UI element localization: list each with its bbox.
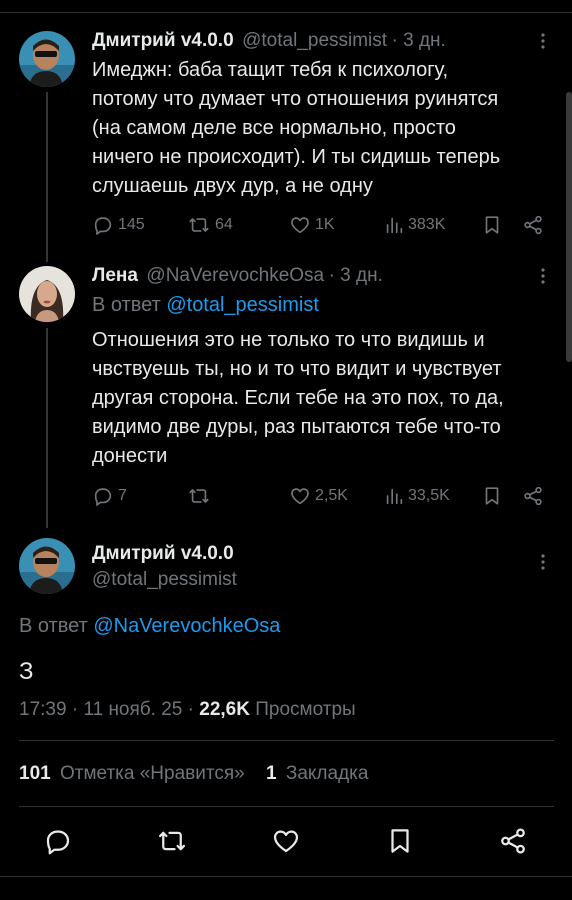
author-name[interactable]: Дмитрий v4.0.0 xyxy=(92,543,234,565)
share-icon xyxy=(524,486,542,506)
tweet-text-line: (на самом деле все нормально, просто xyxy=(92,117,456,139)
avatar-dmitry[interactable] xyxy=(19,538,75,594)
share-icon xyxy=(524,215,542,235)
reply-button[interactable] xyxy=(43,826,73,861)
reply-to-link[interactable]: @NaVerevochkeOsa xyxy=(93,615,280,637)
thread-line-2 xyxy=(46,328,48,528)
more-icon[interactable] xyxy=(533,266,553,290)
bookmark-icon xyxy=(391,829,409,853)
bottom-divider xyxy=(0,876,572,877)
views-button[interactable]: 383K xyxy=(384,214,445,236)
tweet-text: Отношения это не только то что видишь и … xyxy=(92,326,552,471)
tweet-text-line: потому что думает что отношения руинятся xyxy=(92,88,499,110)
reply-icon xyxy=(46,830,70,855)
views-icon xyxy=(386,488,403,505)
share-button[interactable] xyxy=(522,485,548,507)
separator: · xyxy=(187,699,194,720)
repost-icon xyxy=(189,489,209,503)
tweet-text-line: видимо две дуры, раз пытаются тебе что-т… xyxy=(92,416,501,438)
tweet-time[interactable]: · 3 дн. xyxy=(392,30,446,51)
author-name[interactable]: Лена xyxy=(92,265,138,286)
tweet-text-line: чвствуешь ты, но и то что видит и чувств… xyxy=(92,358,502,380)
views-button[interactable]: 33,5K xyxy=(384,485,450,507)
tweet-text-line: Имеджн: баба тащит тебя к психологу, xyxy=(92,59,449,81)
avatar-dmitry[interactable] xyxy=(19,31,75,87)
reply-to-link[interactable]: @total_pessimist xyxy=(166,294,319,316)
views-icon xyxy=(386,217,403,234)
reply-prefix: В ответ xyxy=(92,294,161,316)
share-button[interactable] xyxy=(498,826,528,861)
views-count: 22,6K xyxy=(199,699,250,720)
repost-button[interactable] xyxy=(187,485,215,507)
author-handle[interactable]: @total_pessimist xyxy=(242,30,387,51)
share-button[interactable] xyxy=(522,214,548,236)
thread-line-1 xyxy=(46,92,48,262)
views-count: 33,5K xyxy=(408,487,450,504)
reply-count: 7 xyxy=(118,487,127,504)
tweet-time[interactable]: 17:39 xyxy=(19,699,67,720)
tweet-text-line: Отношения это не только то что видишь и xyxy=(92,329,485,351)
tweet-text: Имеджн: баба тащит тебя к психологу, пот… xyxy=(92,56,552,201)
share-icon xyxy=(501,828,525,854)
tweet-text-line: донести xyxy=(92,445,168,467)
repost-button[interactable] xyxy=(156,826,188,861)
reply-count: 145 xyxy=(118,216,145,233)
main-tweet-text: З xyxy=(19,658,34,685)
author-name[interactable]: Дмитрий v4.0.0 xyxy=(92,30,234,51)
tweet-text-line: слушаешь двух дур, а не одну xyxy=(92,175,373,197)
views-label: Просмотры xyxy=(255,699,356,720)
likes-label[interactable]: Отметка «Нравится» xyxy=(60,763,245,784)
like-button[interactable]: 1K xyxy=(289,214,335,236)
author-handle[interactable]: @NaVerevochkeOsa xyxy=(146,265,324,286)
more-icon[interactable] xyxy=(533,31,553,55)
tweet-date[interactable]: 11 нояб. 25 xyxy=(83,699,182,720)
repost-icon xyxy=(159,831,185,851)
separator: · xyxy=(71,699,79,720)
reply-button[interactable]: 145 xyxy=(92,214,145,236)
reply-icon xyxy=(94,488,112,506)
reply-prefix: В ответ xyxy=(19,615,88,637)
bookmark-icon xyxy=(485,216,499,234)
heart-icon xyxy=(291,488,309,505)
bookmarks-count[interactable]: 1 xyxy=(266,763,277,784)
heart-icon xyxy=(273,830,299,853)
like-button[interactable]: 2,5K xyxy=(289,485,348,507)
top-divider xyxy=(0,12,572,13)
bookmark-icon xyxy=(485,487,499,505)
reply-button[interactable]: 7 xyxy=(92,485,127,507)
bookmark-button[interactable] xyxy=(482,485,506,507)
reply-icon xyxy=(94,217,112,235)
tweet-time[interactable]: · 3 дн. xyxy=(329,265,383,286)
repost-button[interactable]: 64 xyxy=(187,214,233,236)
likes-count[interactable]: 101 xyxy=(19,763,51,784)
avatar-lena[interactable] xyxy=(19,266,75,322)
like-count: 1K xyxy=(315,216,335,233)
repost-icon xyxy=(189,218,209,232)
bookmarks-label[interactable]: Закладка xyxy=(286,763,369,784)
bookmark-button[interactable] xyxy=(482,214,506,236)
divider xyxy=(19,740,554,741)
scrollbar[interactable] xyxy=(566,92,572,362)
more-icon[interactable] xyxy=(533,552,553,576)
tweet-text-line: ничего не происходит). И ты сидишь тепер… xyxy=(92,146,501,168)
repost-count: 64 xyxy=(215,216,233,233)
divider xyxy=(19,806,554,807)
heart-icon xyxy=(291,217,309,234)
tweet-text-line: другая сторона. Если тебе на это пох, то… xyxy=(92,387,504,409)
bookmark-button[interactable] xyxy=(386,826,414,861)
like-count: 2,5K xyxy=(315,487,348,504)
views-count: 383K xyxy=(408,216,446,233)
author-handle[interactable]: @total_pessimist xyxy=(92,569,237,591)
like-button[interactable] xyxy=(271,826,301,861)
